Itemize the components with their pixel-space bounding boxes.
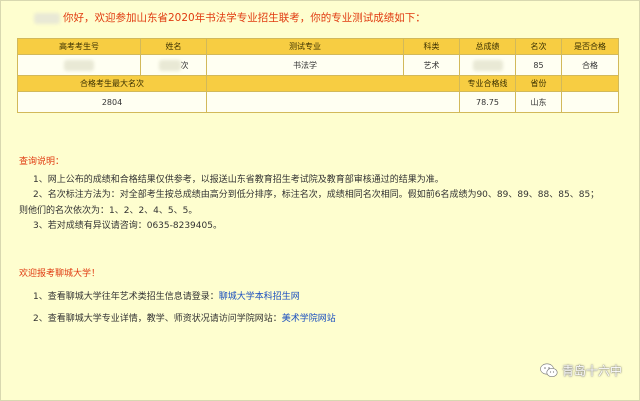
cell-empty-2 xyxy=(561,91,619,113)
table-row: 次 书法学 艺术 85 合格 xyxy=(17,54,619,76)
cell-category: 艺术 xyxy=(403,54,460,76)
watermark-text: 青岛十六中 xyxy=(561,364,622,378)
col-max-rank: 合格考生最大名次 xyxy=(17,75,207,92)
col-empty-2 xyxy=(561,75,619,92)
wechat-icon xyxy=(540,363,558,377)
cell-exam-id xyxy=(17,54,141,76)
cell-qualified: 合格 xyxy=(561,54,619,76)
redacted-exam-id xyxy=(64,59,94,71)
col-exam-id: 高考考生号 xyxy=(17,38,141,55)
col-rank: 名次 xyxy=(515,38,562,55)
greeting: 你好，欢迎参加山东省2020年书法学专业招生联考，你的专业测试成绩如下： xyxy=(34,10,426,25)
redacted-name-cell xyxy=(158,59,181,71)
art-college-link[interactable]: 美术学院网站 xyxy=(282,314,336,324)
col-qual-line: 专业合格线 xyxy=(459,75,516,92)
cell-empty xyxy=(206,91,460,113)
cell-name-suffix: 次 xyxy=(180,60,189,70)
note-line-2-cont: 则他们的名次依次为：1、2、2、4、5、5。 xyxy=(19,205,198,216)
col-empty xyxy=(206,75,460,92)
table-row: 2804 78.75 山东 xyxy=(17,91,619,113)
table-header-row-2: 合格考生最大名次 专业合格线 省份 xyxy=(17,75,619,92)
watermark: 青岛十六中 xyxy=(540,362,622,379)
cell-name: 次 xyxy=(140,54,207,76)
redacted-score xyxy=(472,59,503,71)
cell-max-rank: 2804 xyxy=(17,91,207,113)
cell-qual-line: 78.75 xyxy=(459,91,516,113)
cell-rank: 85 xyxy=(515,54,562,76)
col-major: 测试专业 xyxy=(206,38,404,55)
results-table: 高考考生号 姓名 测试专业 科类 总成绩 名次 是否合格 次 书法学 艺术 85… xyxy=(17,38,619,113)
note-line-2: 2、名次标注方法为：对全部考生按总成绩由高分到低分排序，标注名次，成绩相同名次相… xyxy=(33,190,600,200)
links-section: 1、查看聊城大学往年艺术类招生信息请登录：聊城大学本科招生网 2、查看聊城大学专… xyxy=(33,286,336,330)
cell-province: 山东 xyxy=(515,91,562,113)
cell-major: 书法学 xyxy=(206,54,404,76)
cell-total-score xyxy=(459,54,516,76)
notes-title: 查询说明： xyxy=(19,157,65,167)
link-item-1: 1、查看聊城大学往年艺术类招生信息请登录：聊城大学本科招生网 xyxy=(33,286,336,308)
admissions-link[interactable]: 聊城大学本科招生网 xyxy=(219,292,300,302)
col-qualified: 是否合格 xyxy=(561,38,619,55)
link-item-2: 2、查看聊城大学专业详情，教学、师资状况请访问学院网站：美术学院网站 xyxy=(33,308,336,330)
table-header-row: 高考考生号 姓名 测试专业 科类 总成绩 名次 是否合格 xyxy=(17,38,619,55)
col-category: 科类 xyxy=(403,38,460,55)
welcome-text: 欢迎报考聊城大学！ xyxy=(19,269,101,279)
link-item-1-text: 1、查看聊城大学往年艺术类招生信息请登录： xyxy=(33,292,219,302)
col-total-score: 总成绩 xyxy=(459,38,516,55)
note-line-3: 3、若对成绩有异议请咨询：0635-8239405。 xyxy=(33,221,222,231)
col-name: 姓名 xyxy=(140,38,207,55)
col-province: 省份 xyxy=(515,75,562,92)
query-notes: 查询说明： 1、网上公布的成绩和合格结果仅供参考，以报送山东省教育招生考试院及教… xyxy=(19,155,599,235)
link-item-2-text: 2、查看聊城大学专业详情，教学、师资状况请访问学院网站： xyxy=(33,314,282,324)
note-line-1: 1、网上公布的成绩和合格结果仅供参考，以报送山东省教育招生考试院及教育部审核通过… xyxy=(33,174,444,185)
greeting-text: 你好，欢迎参加山东省2020年书法学专业招生联考，你的专业测试成绩如下： xyxy=(63,12,426,24)
redacted-name xyxy=(34,12,60,24)
